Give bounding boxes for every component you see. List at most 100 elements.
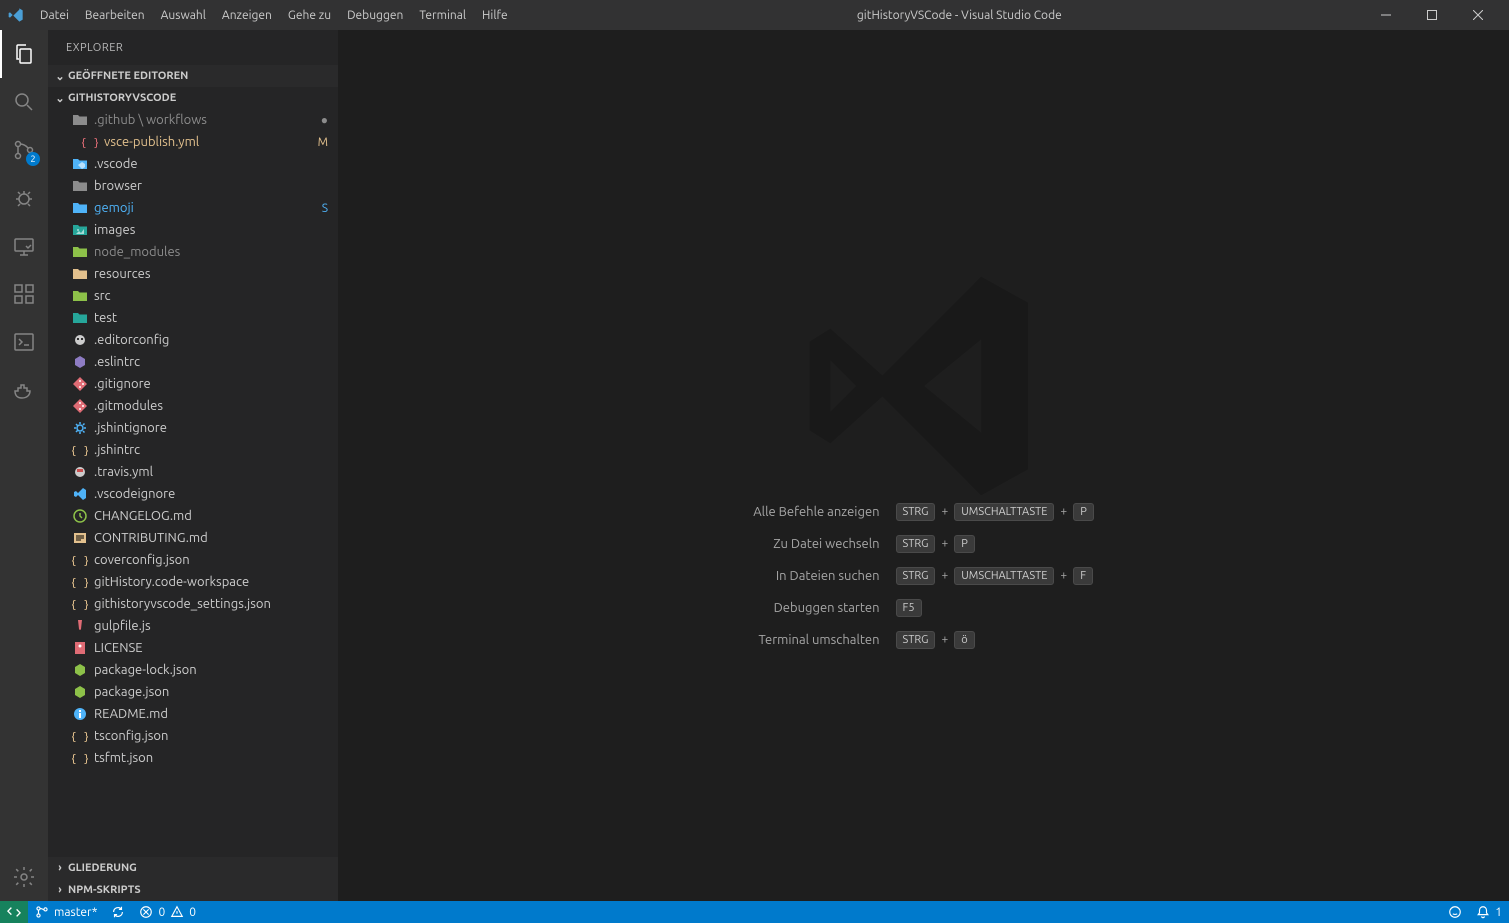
braces-icon: { } xyxy=(72,574,88,590)
tree-item[interactable]: .gitignore xyxy=(48,373,338,395)
menu-item-debuggen[interactable]: Debuggen xyxy=(339,0,411,30)
menu-item-terminal[interactable]: Terminal xyxy=(411,0,474,30)
maximize-button[interactable] xyxy=(1409,0,1455,30)
tree-item[interactable]: CONTRIBUTING.md xyxy=(48,527,338,549)
tree-item-label: .github \ workflows xyxy=(94,113,315,127)
tree-item[interactable]: .travis.yml xyxy=(48,461,338,483)
status-branch[interactable]: master* xyxy=(28,901,104,923)
md-icon xyxy=(72,530,88,546)
tree-item[interactable]: { }.jshintrc xyxy=(48,439,338,461)
activity-bar: 2 xyxy=(0,30,48,901)
info-icon xyxy=(72,706,88,722)
activity-search[interactable] xyxy=(0,78,48,126)
close-button[interactable] xyxy=(1455,0,1501,30)
tree-item-label: .editorconfig xyxy=(94,333,328,347)
folder-node-icon xyxy=(72,244,88,260)
tree-item[interactable]: CHANGELOG.md xyxy=(48,505,338,527)
tree-item[interactable]: { } tsconfig.json xyxy=(48,725,338,747)
tree-item-label: tsfmt.json xyxy=(94,751,328,765)
tree-item-label: .jshintignore xyxy=(94,421,328,435)
tree-item[interactable]: resources xyxy=(48,263,338,285)
tree-item[interactable]: .eslintrc xyxy=(48,351,338,373)
tree-item[interactable]: .editorconfig xyxy=(48,329,338,351)
minimize-button[interactable] xyxy=(1363,0,1409,30)
folder-res-icon xyxy=(72,266,88,282)
shortcut-label: Terminal umschalten xyxy=(753,633,879,647)
tree-item[interactable]: package.json xyxy=(48,681,338,703)
status-notifications[interactable]: 1 xyxy=(1469,901,1509,923)
tree-item-label: gitHistory.code-workspace xyxy=(94,575,328,589)
tree-item-label: .travis.yml xyxy=(94,465,328,479)
tree-item[interactable]: .jshintignore xyxy=(48,417,338,439)
tree-item[interactable]: node_modules xyxy=(48,241,338,263)
status-bar: master* 0 0 1 xyxy=(0,901,1509,923)
braces-icon: { } xyxy=(72,442,88,458)
menu-item-datei[interactable]: Datei xyxy=(32,0,77,30)
tree-item[interactable]: { } gitHistory.code-workspace xyxy=(48,571,338,593)
activity-terminal-panel[interactable] xyxy=(0,318,48,366)
activity-extensions[interactable] xyxy=(0,270,48,318)
activity-debug[interactable] xyxy=(0,174,48,222)
tree-item[interactable]: gulpfile.js xyxy=(48,615,338,637)
tree-item-label: vsce-publish.yml xyxy=(104,135,312,149)
menu-item-gehe zu[interactable]: Gehe zu xyxy=(280,0,339,30)
shortcut-keys: STRG+P xyxy=(896,535,1094,553)
tree-item-label: resources xyxy=(94,267,328,281)
section-open-editors[interactable]: ⌄ GEÖFFNETE EDITOREN xyxy=(48,65,338,87)
git-icon xyxy=(72,398,88,414)
tree-item[interactable]: .vscodeignore xyxy=(48,483,338,505)
folder-icon xyxy=(72,178,88,194)
tree-item[interactable]: package-lock.json xyxy=(48,659,338,681)
tree-item[interactable]: { }tsfmt.json xyxy=(48,747,338,769)
svg-text:{ }: { } xyxy=(72,576,88,589)
section-outline[interactable]: › GLIEDERUNG xyxy=(48,857,338,879)
status-remote[interactable] xyxy=(0,901,28,923)
menu-item-anzeigen[interactable]: Anzeigen xyxy=(214,0,280,30)
tree-item-label: .gitmodules xyxy=(94,399,328,413)
svg-text:{ }: { } xyxy=(72,444,88,457)
folder-test-icon xyxy=(72,310,88,326)
activity-scm[interactable]: 2 xyxy=(0,126,48,174)
section-npm-scripts[interactable]: › NPM-SKRIPTS xyxy=(48,879,338,901)
chevron-right-icon: › xyxy=(52,884,68,896)
tree-item[interactable]: .vscode xyxy=(48,153,338,175)
chevron-down-icon: ⌄ xyxy=(52,70,68,83)
menu-item-auswahl[interactable]: Auswahl xyxy=(153,0,214,30)
tree-item[interactable]: { }githistoryvscode_settings.json xyxy=(48,593,338,615)
tree-item-label: node_modules xyxy=(94,245,328,259)
section-folder[interactable]: ⌄ GITHISTORYVSCODE xyxy=(48,87,338,109)
tree-item[interactable]: gemojiS xyxy=(48,197,338,219)
tree-item[interactable]: { }vsce-publish.ymlM xyxy=(48,131,338,153)
tree-item-label: browser xyxy=(94,179,328,193)
activity-remote-explorer[interactable] xyxy=(0,222,48,270)
menu-item-hilfe[interactable]: Hilfe xyxy=(474,0,516,30)
braces-icon: { } xyxy=(72,728,88,744)
tree-item[interactable]: src xyxy=(48,285,338,307)
tree-item[interactable]: .gitmodules xyxy=(48,395,338,417)
tree-item[interactable]: .github \ workflows● xyxy=(48,109,338,131)
status-sync[interactable] xyxy=(104,901,132,923)
tree-item[interactable]: browser xyxy=(48,175,338,197)
activity-settings[interactable] xyxy=(0,853,48,901)
activity-docker[interactable] xyxy=(0,366,48,414)
window-title: gitHistoryVSCode - Visual Studio Code xyxy=(516,9,1363,22)
tree-item[interactable]: { } coverconfig.json xyxy=(48,549,338,571)
activity-explorer[interactable] xyxy=(0,30,48,78)
status-feedback[interactable] xyxy=(1441,901,1469,923)
file-tree: .github \ workflows●{ }vsce-publish.ymlM… xyxy=(48,109,338,857)
status-problems[interactable]: 0 0 xyxy=(132,901,203,923)
tree-item[interactable]: images xyxy=(48,219,338,241)
tree-item[interactable]: test xyxy=(48,307,338,329)
braces-icon: { } xyxy=(82,134,98,150)
tree-item[interactable]: LICENSE xyxy=(48,637,338,659)
tree-item-label: tsconfig.json xyxy=(94,729,328,743)
chevron-down-icon: ⌄ xyxy=(52,92,68,105)
tree-item[interactable]: README.md xyxy=(48,703,338,725)
tree-item-label: gemoji xyxy=(94,201,316,215)
shortcut-keys: STRG+UMSCHALTTASTE+F xyxy=(896,567,1094,585)
svg-text:{ }: { } xyxy=(72,554,88,567)
menu-item-bearbeiten[interactable]: Bearbeiten xyxy=(77,0,153,30)
tree-item-label: src xyxy=(94,289,328,303)
notification-count: 1 xyxy=(1495,906,1502,919)
tree-item-label: coverconfig.json xyxy=(94,553,328,567)
